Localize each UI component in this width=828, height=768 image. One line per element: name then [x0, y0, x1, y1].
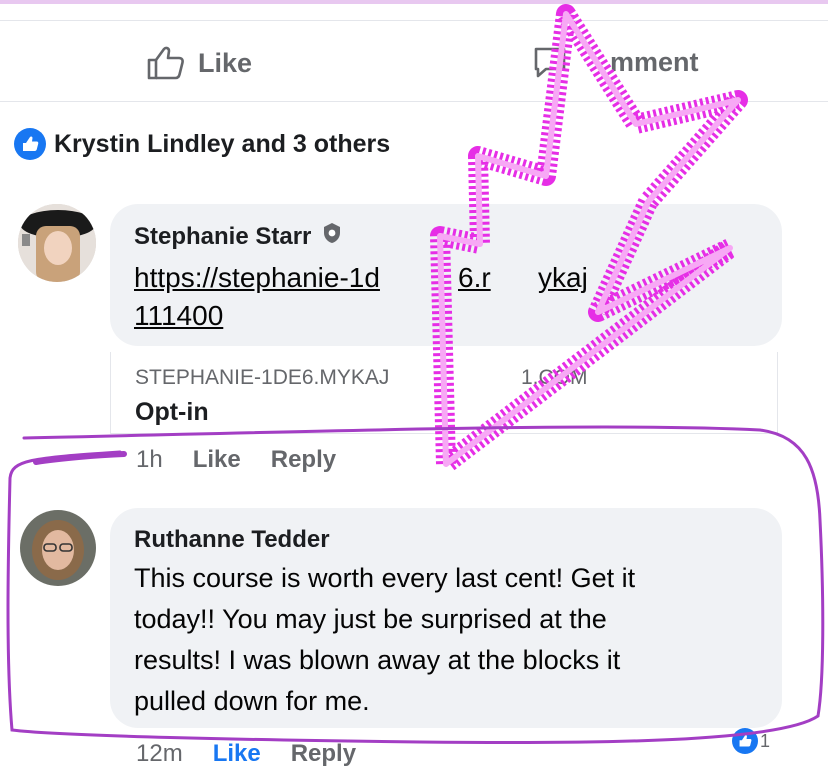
- comment-meta-stephanie: 1h Like Reply: [136, 446, 336, 474]
- comment-link-line2[interactable]: 111400: [134, 294, 223, 338]
- comment-timestamp: 12m: [136, 740, 183, 767]
- comment-text-line-3: results! I was blown away at the blocks …: [134, 645, 621, 675]
- comment-text-line-2: today!! You may just be surprised at the: [134, 604, 607, 634]
- comment-timestamp: 1h: [136, 446, 163, 473]
- avatar-ruthanne-tedder[interactable]: [20, 510, 96, 586]
- comment-link-fragment-right[interactable]: ykaj: [538, 256, 588, 300]
- comment-like-button[interactable]: Like: [193, 446, 241, 474]
- comment-icon: [532, 45, 568, 79]
- comment-reaction-count[interactable]: 1: [732, 728, 770, 754]
- author-name: Stephanie Starr: [134, 222, 312, 250]
- comment-text-line-1: This course is worth every last cent! Ge…: [134, 563, 636, 593]
- comment-reply-button[interactable]: Reply: [271, 446, 336, 474]
- comment-meta-ruthanne: 12m Like Reply: [136, 740, 356, 768]
- top-divider: [0, 0, 828, 4]
- comment-text-line-4: pulled down for me.: [134, 686, 370, 716]
- comment-link-fragment-mid[interactable]: 6.r: [458, 256, 491, 300]
- link-preview-title: Opt-in: [135, 398, 209, 426]
- reaction-count-text: 1: [760, 730, 771, 751]
- comment-author-stephanie[interactable]: Stephanie Starr: [134, 222, 343, 251]
- avatar-stephanie-starr[interactable]: [18, 204, 96, 282]
- comment-reply-button[interactable]: Reply: [291, 740, 356, 768]
- link-preview-domain: STEPHANIE-1DE6.MYKAJ: [135, 366, 390, 389]
- comment-author-ruthanne[interactable]: Ruthanne Tedder: [134, 526, 330, 554]
- like-action-button[interactable]: Like: [146, 45, 252, 81]
- comment-action-button[interactable]: mment: [532, 45, 699, 79]
- link-preview-card[interactable]: STEPHANIE-1DE6.MYKAJ 1.COM Opt-in: [110, 352, 778, 434]
- like-action-label: Like: [198, 47, 253, 78]
- reactions-summary[interactable]: Krystin Lindley and 3 others: [14, 128, 390, 160]
- verified-badge-icon: [321, 222, 343, 251]
- reactions-summary-text: Krystin Lindley and 3 others: [54, 129, 391, 158]
- like-reaction-icon: [14, 128, 46, 160]
- thumbs-up-icon: [146, 45, 186, 81]
- link-preview-domain-tail: 1.COM: [521, 366, 588, 389]
- like-reaction-icon: [732, 728, 758, 754]
- comment-like-button[interactable]: Like: [213, 740, 261, 768]
- comment-action-label: mment: [610, 46, 699, 77]
- post-action-bar: Like mment: [0, 20, 828, 102]
